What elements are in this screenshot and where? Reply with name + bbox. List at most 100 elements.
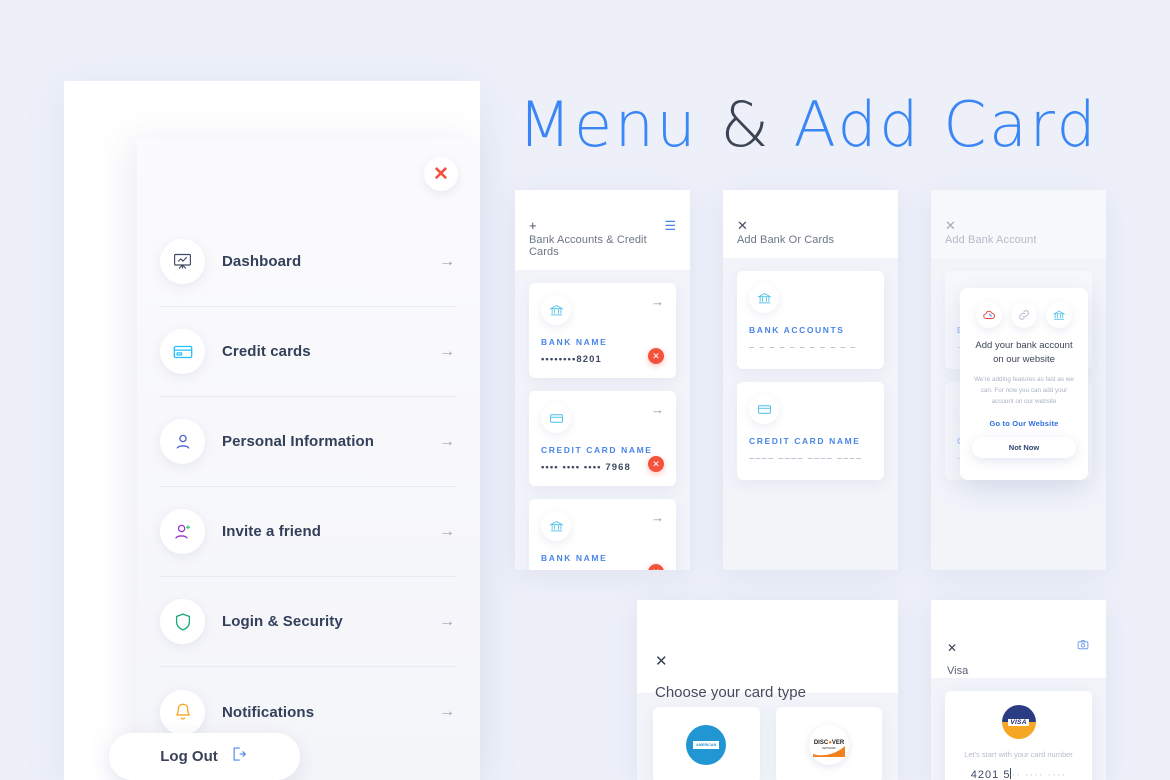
chevron-right-icon: →	[439, 252, 455, 270]
add-bank-account-modal: Add your bank account on our website We'…	[960, 288, 1088, 480]
person-icon	[160, 419, 205, 464]
modal-icon-row	[971, 302, 1077, 328]
log-out-label: Log Out	[160, 748, 218, 765]
delete-icon[interactable]: ✕	[648, 564, 664, 570]
log-out-button[interactable]: Log Out	[109, 733, 300, 780]
panel-header: ✕ Visa	[931, 600, 1106, 678]
account-number: ••••••••8201	[541, 354, 602, 365]
menu-item-invite-a-friend[interactable]: Invite a friend →	[160, 487, 457, 577]
person-add-icon	[160, 509, 205, 554]
card-number-hint: Let's start with your card number	[964, 750, 1073, 759]
card-number-placeholder: ·· ···· ····	[1011, 769, 1067, 780]
menu-item-label: Invite a friend	[222, 523, 322, 540]
panel-title: Add Bank Or Cards	[737, 234, 835, 246]
link-icon	[1011, 302, 1037, 328]
credit-card-icon	[749, 394, 779, 424]
page-title-part1: Menu	[518, 88, 721, 161]
option-placeholder: –––– –––– –––– ––––	[749, 453, 863, 464]
chevron-right-icon: →	[439, 612, 455, 630]
menu-item-label: Credit cards	[222, 343, 311, 360]
panel-add-bank-account: ✕ Add Bank Account BANK ACCOUNTS – – – –…	[931, 190, 1106, 570]
menu-item-personal-information[interactable]: Personal Information →	[160, 397, 457, 487]
menu-item-label: Dashboard	[222, 253, 302, 270]
panel-header: ✕ Add Bank Account	[931, 190, 1106, 258]
accounts-list: → BANK NAME ••••••••8201 ✕ → CREDIT CARD…	[515, 270, 690, 570]
chevron-right-icon: →	[439, 522, 455, 540]
chevron-right-icon: →	[651, 294, 664, 309]
menu-item-login-security[interactable]: Login & Security →	[160, 577, 457, 667]
camera-icon[interactable]	[1076, 638, 1090, 656]
logout-icon	[229, 745, 249, 768]
delete-icon[interactable]: ✕	[648, 456, 664, 472]
menu-item-label: Personal Information	[222, 433, 375, 450]
menu-item-dashboard[interactable]: Dashboard →	[160, 217, 457, 307]
close-icon[interactable]: ✕	[655, 600, 880, 669]
card-type-options: AMERICAN DISC●VER NETWORK	[637, 693, 898, 780]
card-number-value: 4201 5	[970, 769, 1011, 780]
panel-title: Add Bank Account	[945, 234, 1037, 246]
bank-icon	[541, 511, 571, 541]
plus-icon[interactable]: +	[529, 219, 537, 232]
list-item[interactable]: → BANK NAME ••••••••3979 ✕	[529, 499, 676, 570]
bank-icon	[541, 295, 571, 325]
credit-card-icon	[541, 403, 571, 433]
menu-drawer: ✕ Dashboard → Credit cards → Personal In…	[137, 139, 480, 780]
menu-item-credit-cards[interactable]: Credit cards →	[160, 307, 457, 397]
chevron-right-icon: →	[651, 510, 664, 525]
add-options-list: BANK ACCOUNTS – – – – – – – – – – – CRED…	[723, 258, 898, 480]
menu-list: Dashboard → Credit cards → Personal Info…	[160, 217, 457, 757]
panel-bank-accounts: + ☰ Bank Accounts & Credit Cards → BANK …	[515, 190, 690, 570]
shield-icon	[160, 599, 205, 644]
page-title-part2: Add Card	[771, 88, 1099, 161]
go-to-website-link[interactable]: Go to Our Website	[971, 419, 1077, 428]
page-title-ampersand: &	[720, 88, 772, 161]
close-icon[interactable]: ✕	[945, 219, 956, 232]
close-icon[interactable]: ✕	[947, 600, 1090, 654]
visa-icon: VISA	[1001, 705, 1036, 739]
modal-heading: Add your bank account on our website	[975, 340, 1073, 365]
discover-icon: DISC●VER NETWORK	[808, 725, 849, 765]
list-item[interactable]: → BANK NAME ••••••••8201 ✕	[529, 283, 676, 378]
amex-label: AMERICAN	[693, 740, 720, 750]
cloud-icon	[976, 302, 1002, 328]
panel-visa-card-entry: ✕ Visa VISA Let's start with your card n…	[931, 600, 1106, 780]
panel-title: Visa	[947, 665, 969, 677]
account-name: BANK NAME	[541, 553, 608, 563]
visa-card-form: VISA Let's start with your card number 4…	[945, 691, 1092, 780]
panel-title: Choose your card type	[655, 684, 806, 701]
chevron-right-icon: →	[439, 342, 455, 360]
close-icon[interactable]: ✕	[737, 219, 748, 232]
bank-icon	[1046, 302, 1072, 328]
option-name: CREDIT CARD NAME	[749, 436, 861, 446]
screenshot-root: ✕ Dashboard → Credit cards → Personal In…	[0, 0, 1170, 780]
account-name: CREDIT CARD NAME	[541, 445, 653, 455]
not-now-button[interactable]: Not Now	[972, 436, 1076, 458]
american-express-icon: AMERICAN	[686, 725, 727, 765]
bell-icon	[160, 689, 205, 735]
panel-choose-card-type: ✕ Choose your card type AMERICAN DISC●VE…	[637, 600, 898, 780]
svg-text:NETWORK: NETWORK	[822, 746, 836, 750]
card-type-option-discover[interactable]: DISC●VER NETWORK	[775, 707, 882, 780]
chevron-right-icon: →	[439, 432, 455, 450]
option-placeholder: – – – – – – – – – – –	[749, 342, 857, 353]
hamburger-icon[interactable]: ☰	[664, 219, 676, 232]
svg-text:DISC●VER: DISC●VER	[814, 740, 845, 746]
list-item[interactable]: CREDIT CARD NAME –––– –––– –––– ––––	[737, 382, 884, 480]
panel-header: ✕ Add Bank Or Cards	[723, 190, 898, 258]
list-item[interactable]: → CREDIT CARD NAME •••• •••• •••• 7968 ✕	[529, 391, 676, 486]
account-name: BANK NAME	[541, 337, 608, 347]
page-title: Menu & Add Card	[518, 88, 1098, 161]
option-name: BANK ACCOUNTS	[749, 325, 845, 335]
menu-item-label: Notifications	[222, 703, 315, 721]
panel-header: + ☰ Bank Accounts & Credit Cards	[515, 190, 690, 270]
delete-icon[interactable]: ✕	[648, 348, 664, 364]
credit-card-icon	[160, 329, 205, 374]
panel-title: Bank Accounts & Credit Cards	[529, 234, 647, 258]
bank-icon	[749, 283, 779, 313]
list-item[interactable]: BANK ACCOUNTS – – – – – – – – – – –	[737, 271, 884, 369]
panel-header: ✕ Choose your card type	[637, 600, 898, 701]
card-number-input[interactable]: 4201 5·· ···· ····	[955, 768, 1082, 780]
chevron-right-icon: →	[439, 703, 455, 720]
close-icon[interactable]: ✕	[424, 157, 458, 191]
card-type-option-amex[interactable]: AMERICAN	[653, 707, 760, 780]
